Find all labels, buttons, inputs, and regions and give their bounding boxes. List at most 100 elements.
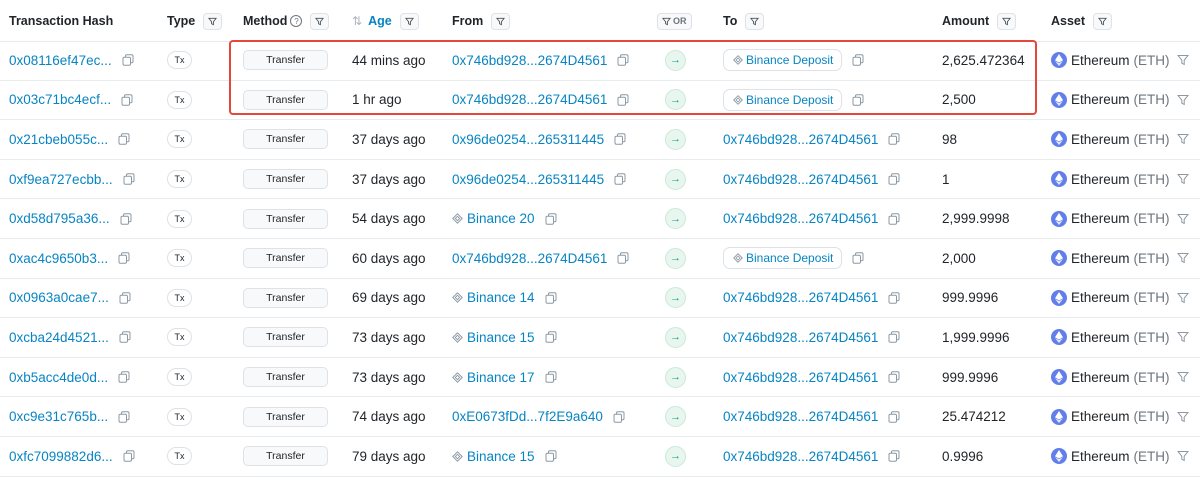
method-badge[interactable]: Transfer <box>243 50 328 71</box>
from-entity-link[interactable]: Binance 15 <box>467 330 535 345</box>
copy-icon[interactable] <box>545 292 557 304</box>
filter-icon[interactable] <box>310 12 330 30</box>
method-badge[interactable]: Transfer <box>243 169 328 190</box>
from-entity-link[interactable]: Binance 17 <box>467 370 535 385</box>
copy-icon[interactable] <box>888 371 900 383</box>
from-address-link[interactable]: 0x746bd928...2674D4561 <box>452 92 607 107</box>
filter-icon[interactable] <box>399 12 419 30</box>
copy-icon[interactable] <box>122 54 134 66</box>
transaction-hash-link[interactable]: 0x03c71bc4ecf... <box>9 92 111 107</box>
filter-icon[interactable] <box>997 12 1017 30</box>
copy-icon[interactable] <box>118 371 130 383</box>
from-address-link[interactable]: 0x746bd928...2674D4561 <box>452 53 607 68</box>
copy-icon[interactable] <box>888 133 900 146</box>
sort-icon[interactable]: ⇅ <box>352 14 362 28</box>
header-label[interactable]: Age <box>368 14 392 28</box>
from-address-link[interactable]: 0x96de0254...265311445 <box>452 132 604 147</box>
copy-icon[interactable] <box>617 252 629 264</box>
from-entity-link[interactable]: Binance 20 <box>467 211 535 226</box>
to-deposit-badge[interactable]: Binance Deposit <box>723 247 843 270</box>
copy-icon[interactable] <box>120 212 132 225</box>
copy-icon[interactable] <box>888 331 900 344</box>
transaction-hash-link[interactable]: 0xfc7099882d6... <box>9 449 113 464</box>
or-filter-button[interactable]: OR <box>657 12 692 30</box>
method-badge[interactable]: Transfer <box>243 248 328 269</box>
filter-icon[interactable] <box>745 12 765 30</box>
to-deposit-badge[interactable]: Binance Deposit <box>723 88 843 111</box>
copy-icon[interactable] <box>888 450 900 462</box>
copy-icon[interactable] <box>118 410 130 423</box>
filter-icon[interactable] <box>1176 292 1189 304</box>
copy-icon[interactable] <box>888 292 900 304</box>
header-age[interactable]: ⇅ Age <box>352 0 419 42</box>
to-address-link[interactable]: 0x746bd928...2674D4561 <box>723 409 878 424</box>
filter-icon[interactable] <box>203 12 223 30</box>
transaction-hash-link[interactable]: 0xf9ea727ecbb... <box>9 172 113 187</box>
method-badge[interactable]: Transfer <box>243 446 328 467</box>
to-address-link[interactable]: 0x746bd928...2674D4561 <box>723 211 878 226</box>
transaction-hash-link[interactable]: 0xcba24d4521... <box>9 330 109 345</box>
transaction-hash-link[interactable]: 0xac4c9650b3... <box>9 251 108 266</box>
copy-icon[interactable] <box>888 410 900 423</box>
method-badge[interactable]: Transfer <box>243 287 328 308</box>
transaction-hash-link[interactable]: 0xd58d795a36... <box>9 211 110 226</box>
copy-icon[interactable] <box>617 94 629 106</box>
filter-icon[interactable] <box>1176 54 1189 66</box>
copy-icon[interactable] <box>613 410 625 423</box>
to-address-link[interactable]: 0x746bd928...2674D4561 <box>723 330 878 345</box>
transaction-hash-link[interactable]: 0x21cbeb055c... <box>9 132 108 147</box>
method-badge[interactable]: Transfer <box>243 129 328 150</box>
to-deposit-label[interactable]: Binance Deposit <box>746 53 833 67</box>
filter-icon[interactable] <box>1176 331 1189 343</box>
filter-icon[interactable] <box>491 12 511 30</box>
to-deposit-label[interactable]: Binance Deposit <box>746 251 833 265</box>
filter-icon[interactable] <box>1176 213 1189 225</box>
from-address-link[interactable]: 0xE0673fDd...7f2E9a640 <box>452 409 603 424</box>
to-deposit-badge[interactable]: Binance Deposit <box>723 49 843 72</box>
copy-icon[interactable] <box>614 173 626 185</box>
filter-icon[interactable] <box>1176 411 1189 423</box>
copy-icon[interactable] <box>118 133 130 146</box>
copy-icon[interactable] <box>852 94 864 106</box>
copy-icon[interactable] <box>852 54 864 66</box>
filter-icon[interactable] <box>1176 94 1189 106</box>
copy-icon[interactable] <box>888 212 900 225</box>
help-icon[interactable]: ? <box>290 15 303 27</box>
copy-icon[interactable] <box>545 331 557 344</box>
method-badge[interactable]: Transfer <box>243 208 328 229</box>
filter-icon[interactable] <box>1093 12 1113 30</box>
copy-icon[interactable] <box>121 94 133 106</box>
filter-icon[interactable] <box>1176 133 1189 145</box>
copy-icon[interactable] <box>123 173 135 185</box>
to-address-link[interactable]: 0x746bd928...2674D4561 <box>723 449 878 464</box>
copy-icon[interactable] <box>545 450 557 462</box>
copy-icon[interactable] <box>118 252 130 264</box>
from-address-link[interactable]: 0x96de0254...265311445 <box>452 172 604 187</box>
copy-icon[interactable] <box>614 133 626 146</box>
transaction-hash-link[interactable]: 0xc9e31c765b... <box>9 409 108 424</box>
copy-icon[interactable] <box>852 252 864 264</box>
copy-icon[interactable] <box>617 54 629 66</box>
filter-icon[interactable] <box>1176 450 1189 462</box>
copy-icon[interactable] <box>545 212 557 225</box>
from-entity-link[interactable]: Binance 14 <box>467 290 535 305</box>
to-address-link[interactable]: 0x746bd928...2674D4561 <box>723 290 878 305</box>
method-badge[interactable]: Transfer <box>243 367 328 388</box>
method-badge[interactable]: Transfer <box>243 327 328 348</box>
filter-icon[interactable] <box>1176 371 1189 383</box>
from-entity-link[interactable]: Binance 15 <box>467 449 535 464</box>
method-badge[interactable]: Transfer <box>243 406 328 427</box>
transaction-hash-link[interactable]: 0xb5acc4de0d... <box>9 370 108 385</box>
from-address-link[interactable]: 0x746bd928...2674D4561 <box>452 251 607 266</box>
to-address-link[interactable]: 0x746bd928...2674D4561 <box>723 172 878 187</box>
to-address-link[interactable]: 0x746bd928...2674D4561 <box>723 132 878 147</box>
copy-icon[interactable] <box>119 331 131 344</box>
copy-icon[interactable] <box>119 292 131 304</box>
method-badge[interactable]: Transfer <box>243 89 328 110</box>
filter-icon[interactable] <box>1176 252 1189 264</box>
copy-icon[interactable] <box>545 371 557 383</box>
transaction-hash-link[interactable]: 0x08116ef47ec... <box>9 53 112 68</box>
to-deposit-label[interactable]: Binance Deposit <box>746 93 833 107</box>
copy-icon[interactable] <box>123 450 135 462</box>
transaction-hash-link[interactable]: 0x0963a0cae7... <box>9 290 109 305</box>
